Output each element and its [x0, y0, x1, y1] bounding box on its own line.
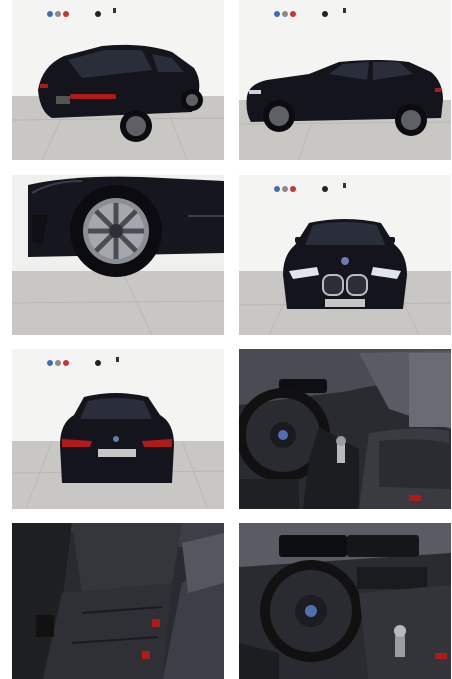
gallery-photo-rear-three-quarter[interactable]: [12, 0, 224, 160]
gallery-photo-side-profile[interactable]: [239, 0, 451, 160]
car-photo-front: [239, 175, 451, 335]
gallery-photo-wheel-closeup[interactable]: [12, 175, 224, 335]
car-photo-interior-console: [239, 349, 451, 509]
gallery-photo-interior-console[interactable]: [239, 349, 451, 509]
gallery-photo-front[interactable]: [239, 175, 451, 335]
car-photo-interior-dashboard: [239, 523, 451, 679]
gallery-photo-rear[interactable]: [12, 349, 224, 509]
car-photo-interior-rear-seats: [12, 523, 224, 679]
gallery-photo-interior-rear-seats[interactable]: [12, 523, 224, 679]
gallery-photo-interior-dashboard[interactable]: [239, 523, 451, 679]
car-photo-wheel-closeup: [12, 175, 224, 335]
car-photo-rear: [12, 349, 224, 509]
photo-gallery: [0, 0, 452, 679]
car-photo-rear-three-quarter: [12, 0, 224, 160]
car-photo-side-profile: [239, 0, 451, 160]
